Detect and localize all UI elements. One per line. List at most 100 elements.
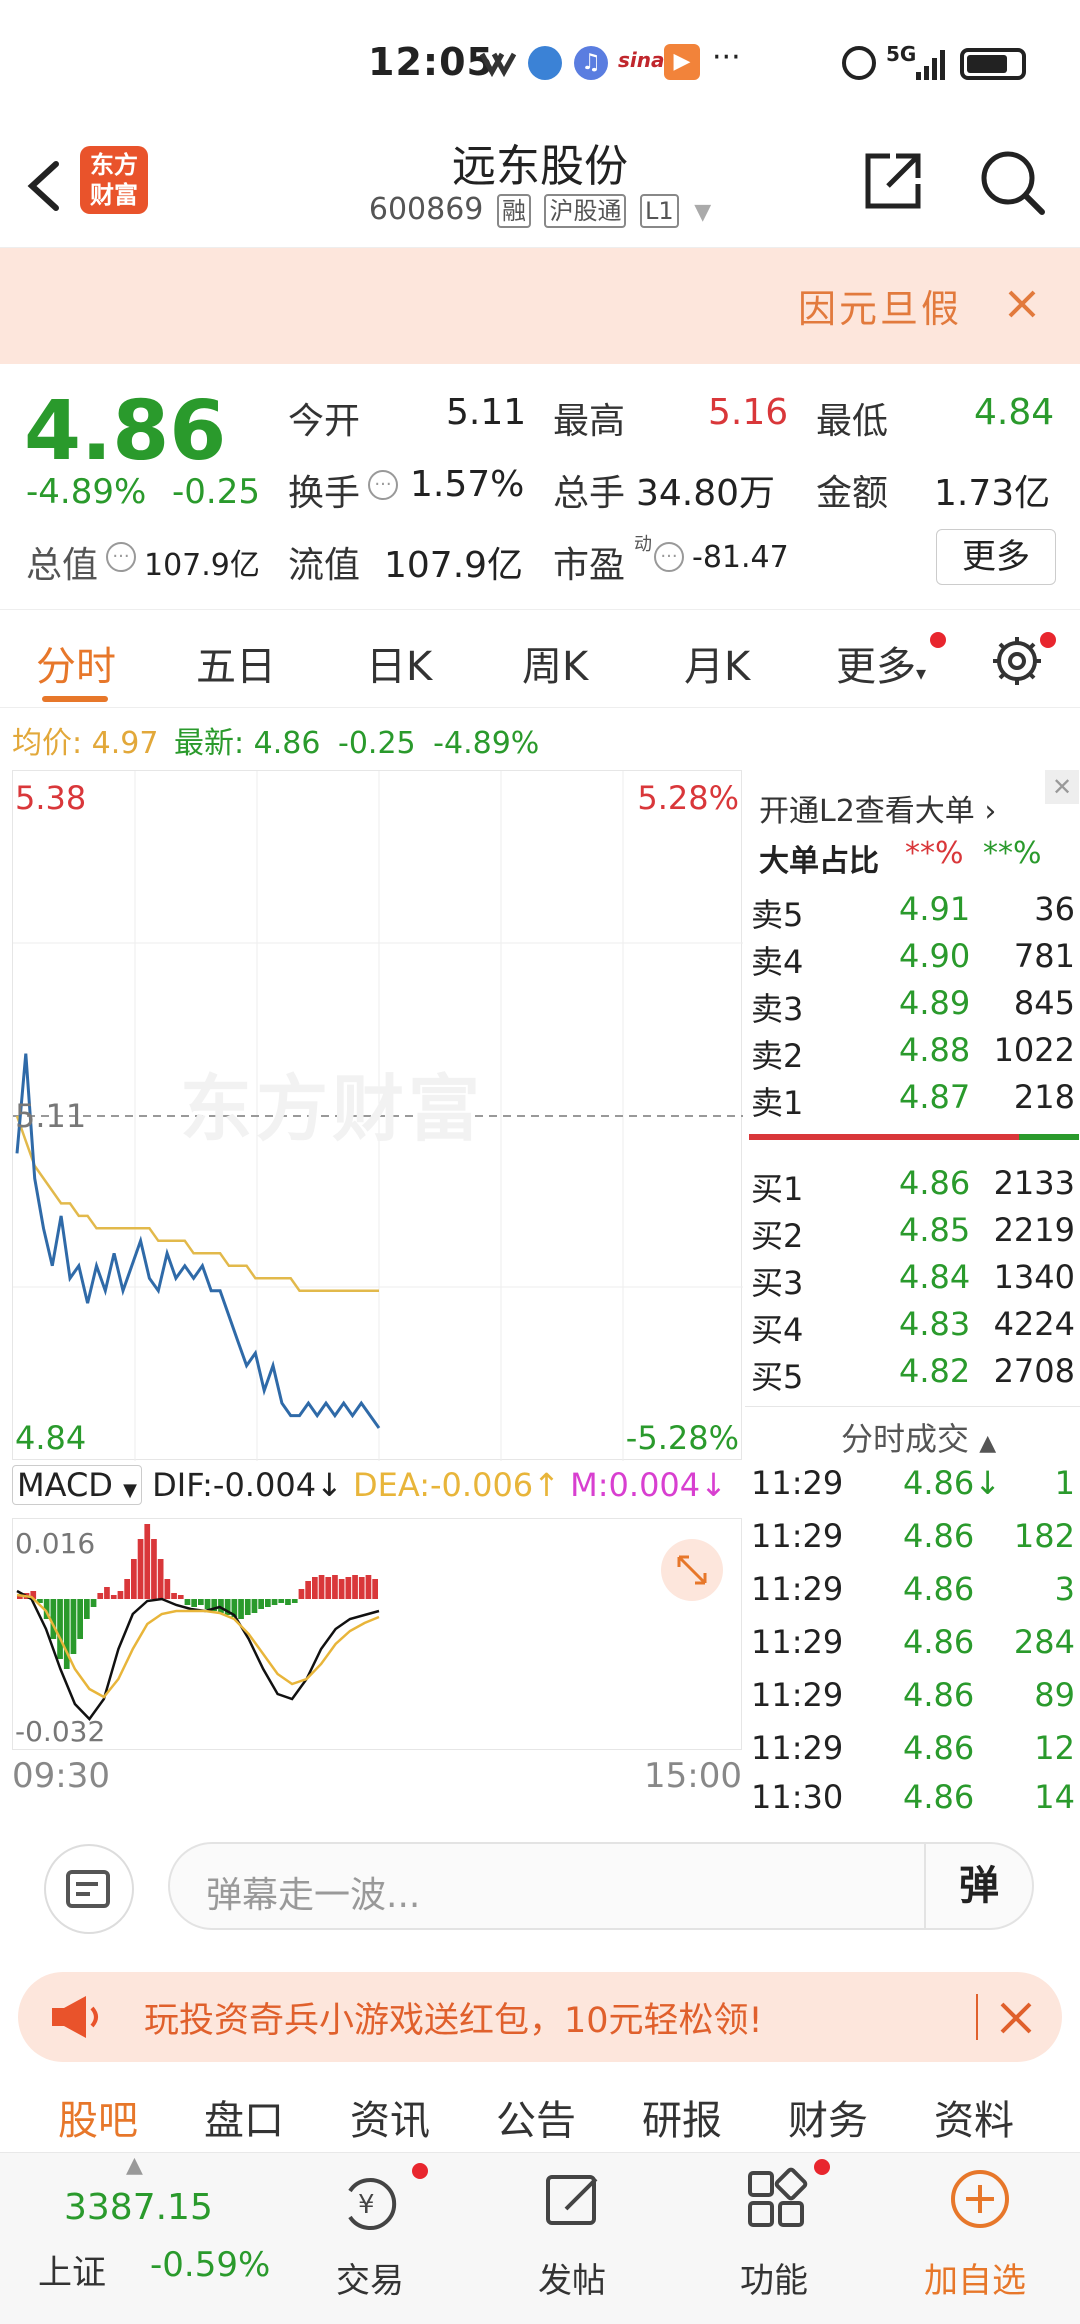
more-button[interactable]: 更多 bbox=[936, 529, 1056, 585]
turnover-label: 换手 bbox=[288, 473, 361, 514]
bid-label: 买5 bbox=[751, 1358, 804, 1396]
macd-bar bbox=[117, 1591, 124, 1599]
trade-row: 11:29 4.86 182 bbox=[745, 1517, 1075, 1563]
macd-bar bbox=[97, 1593, 104, 1599]
bid-volume: 2708 bbox=[993, 1352, 1075, 1390]
ask-row[interactable]: 卖1 4.87 218 bbox=[745, 1078, 1075, 1124]
tag-margin: 融 bbox=[496, 193, 531, 228]
macd-bar bbox=[345, 1577, 352, 1599]
tab-research[interactable]: 研报 bbox=[642, 2088, 722, 2146]
macd-bar bbox=[244, 1599, 251, 1615]
function-label[interactable]: 功能 bbox=[740, 2253, 808, 2302]
danmaku-send-button[interactable]: 弹 bbox=[924, 1844, 1032, 1928]
tab-monthly-k[interactable]: 月K bbox=[684, 634, 750, 692]
pe-sup: 动 bbox=[634, 534, 652, 555]
tab-profile[interactable]: 资料 bbox=[934, 2088, 1014, 2146]
alarm-icon bbox=[842, 46, 876, 80]
macd-bar bbox=[157, 1559, 164, 1599]
bid-volume: 1340 bbox=[993, 1258, 1075, 1296]
macd-bar bbox=[271, 1599, 278, 1605]
danmaku-input[interactable]: 弹幕走一波... 弹 bbox=[168, 1842, 1034, 1930]
function-icon[interactable] bbox=[744, 2167, 810, 2233]
current-price: 4.86 bbox=[24, 384, 227, 479]
stock-header: 东方财富 远东股份 600869 融 沪股通 L1 ▼ bbox=[0, 130, 1080, 248]
bid-row[interactable]: 买3 4.84 1340 bbox=[745, 1258, 1075, 1304]
music-icon: ♫ bbox=[574, 46, 608, 80]
tab-news[interactable]: 资讯 bbox=[350, 2088, 430, 2146]
triangle-up-icon: ▲ bbox=[126, 2153, 143, 2178]
ask-row[interactable]: 卖4 4.90 781 bbox=[745, 937, 1075, 983]
bid-row[interactable]: 买1 4.86 2133 bbox=[745, 1164, 1075, 1210]
add-watchlist-label[interactable]: 加自选 bbox=[924, 2253, 1026, 2302]
ask-row[interactable]: 卖2 4.88 1022 bbox=[745, 1031, 1075, 1077]
battery-icon bbox=[960, 48, 1026, 80]
tab-forum[interactable]: 股吧 bbox=[58, 2088, 138, 2146]
tab-orderbook[interactable]: 盘口 bbox=[204, 2088, 284, 2146]
bid-label: 买2 bbox=[751, 1217, 804, 1255]
chevron-right-icon: › bbox=[984, 794, 997, 829]
tab-announcements[interactable]: 公告 bbox=[496, 2088, 576, 2146]
tab-finance[interactable]: 财务 bbox=[788, 2088, 868, 2146]
trade-time: 11:29 bbox=[751, 1623, 844, 1661]
bid-row[interactable]: 买2 4.85 2219 bbox=[745, 1211, 1075, 1257]
big-buy-pct: **% bbox=[905, 836, 964, 871]
trade-label[interactable]: 交易 bbox=[336, 2253, 404, 2302]
macd-bar bbox=[258, 1599, 264, 1609]
indicator-select[interactable]: MACD ▼ bbox=[12, 1465, 142, 1505]
ref-price-label: 5.11 bbox=[15, 1097, 87, 1135]
add-watchlist-icon[interactable] bbox=[948, 2167, 1012, 2231]
expand-icon[interactable] bbox=[661, 1539, 723, 1601]
ask-volume: 36 bbox=[1034, 890, 1075, 928]
macd-bar bbox=[352, 1575, 358, 1599]
ask-row[interactable]: 卖5 4.91 36 bbox=[745, 890, 1075, 936]
trades-title[interactable]: 分时成交 ▲ bbox=[841, 1414, 996, 1460]
ask-label: 卖2 bbox=[751, 1037, 804, 1075]
avg-label: 均价: bbox=[12, 726, 83, 761]
comment-list-icon[interactable] bbox=[44, 1844, 134, 1934]
tab-five-day[interactable]: 五日 bbox=[196, 634, 276, 692]
notice-text: 因元旦假 bbox=[797, 287, 962, 331]
post-icon[interactable] bbox=[540, 2167, 606, 2233]
l2-upgrade-link[interactable]: 开通L2查看大单 › bbox=[759, 786, 996, 830]
info-icon[interactable]: ··· bbox=[368, 470, 398, 500]
settings-icon[interactable] bbox=[990, 634, 1044, 688]
share-icon[interactable] bbox=[860, 148, 926, 214]
trade-row: 11:29 4.86 89 bbox=[745, 1676, 1075, 1722]
ask-row[interactable]: 卖3 4.89 845 bbox=[745, 984, 1075, 1030]
avg-value: 4.97 bbox=[91, 726, 159, 761]
trade-volume: 89 bbox=[1034, 1676, 1075, 1714]
search-icon[interactable] bbox=[976, 146, 1050, 220]
promo-banner[interactable]: 玩投资奇兵小游戏送红包，10元轻松领! bbox=[18, 1972, 1062, 2062]
macd-bar bbox=[70, 1599, 77, 1654]
trade-row: 11:29 4.86 3 bbox=[745, 1570, 1075, 1616]
close-icon[interactable] bbox=[996, 1998, 1036, 2038]
close-icon[interactable] bbox=[1002, 284, 1042, 324]
close-icon[interactable]: ✕ bbox=[1045, 770, 1079, 804]
ask-label: 卖4 bbox=[751, 943, 804, 981]
index-percent[interactable]: -0.59% bbox=[150, 2245, 270, 2285]
x-start-label: 09:30 bbox=[12, 1756, 110, 1796]
tab-weekly-k[interactable]: 周K bbox=[522, 634, 588, 692]
post-label[interactable]: 发帖 bbox=[538, 2253, 606, 2302]
app-notification-icon bbox=[478, 48, 518, 78]
high-value: 5.16 bbox=[708, 392, 789, 433]
volume-value: 34.80万 bbox=[636, 473, 776, 514]
tab-daily-k[interactable]: 日K bbox=[366, 634, 432, 692]
info-icon[interactable]: ··· bbox=[654, 542, 684, 572]
info-icon[interactable]: ··· bbox=[106, 542, 136, 572]
latest-change: -0.25 bbox=[338, 726, 416, 761]
bid-row[interactable]: 买4 4.83 4224 bbox=[745, 1305, 1075, 1351]
index-name[interactable]: 上证 bbox=[38, 2245, 106, 2294]
macd-bar bbox=[151, 1539, 157, 1599]
macd-bar bbox=[298, 1589, 305, 1599]
trade-icon[interactable]: ¥ bbox=[336, 2171, 402, 2233]
macd-bar bbox=[171, 1593, 177, 1599]
big-sell-pct: **% bbox=[983, 836, 1042, 871]
tab-intraday[interactable]: 分时 bbox=[36, 634, 116, 692]
index-value[interactable]: 3387.15 bbox=[64, 2187, 213, 2228]
bid-row[interactable]: 买5 4.82 2708 bbox=[745, 1352, 1075, 1398]
ask-volume: 218 bbox=[1013, 1078, 1075, 1116]
divider bbox=[976, 1994, 978, 2040]
tab-more[interactable]: 更多▾ bbox=[836, 634, 926, 692]
trade-time: 11:29 bbox=[751, 1464, 844, 1502]
